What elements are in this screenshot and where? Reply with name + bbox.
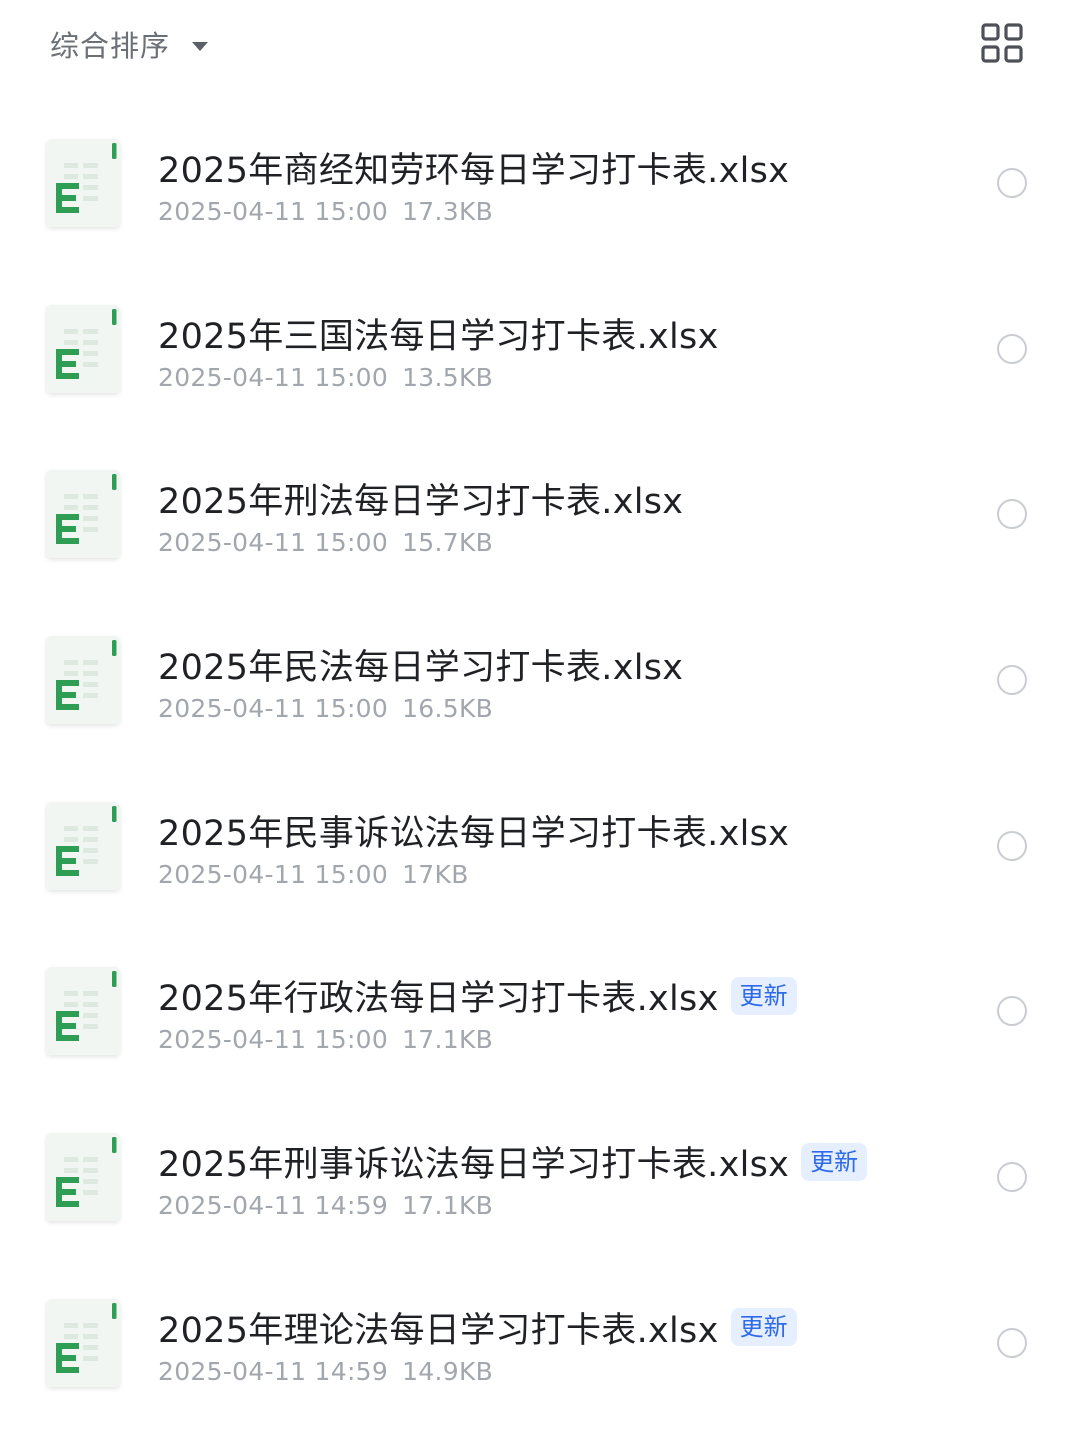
file-size: 13.5KB — [402, 362, 494, 392]
toolbar: 综合排序 — [0, 0, 1080, 90]
file-date: 2025-04-11 15:00 — [158, 694, 389, 724]
spreadsheet-file-icon — [44, 137, 124, 233]
file-size: 17.3KB — [402, 197, 494, 226]
spreadsheet-file-icon — [44, 965, 124, 1061]
file-date: 2025-04-11 15:00 — [158, 362, 389, 392]
file-name: 2025年行政法每日学习打卡表.xlsx — [158, 979, 719, 1020]
file-size: 15.7KB — [402, 528, 494, 558]
file-name: 2025年民法每日学习打卡表.xlsx — [158, 648, 684, 689]
file-size: 17.1KB — [402, 1191, 494, 1221]
file-title-line: 2025年商经知劳环每日学习打卡表.xlsx — [158, 142, 789, 193]
update-badge: 更新 — [730, 976, 797, 1015]
file-title-line: 2025年行政法每日学习打卡表.xlsx 更新 — [158, 970, 797, 1021]
file-meta: 2025-04-11 14:59 17.1KB — [158, 1191, 493, 1220]
file-list-page: 综合排序 2025年商经知劳环每日学习打卡表.xlsx 2025-04-11 1… — [0, 0, 1080, 1435]
caret-down-icon — [192, 41, 209, 51]
update-badge: 更新 — [801, 1142, 868, 1181]
file-date: 2025-04-11 14:59 — [158, 1191, 389, 1221]
file-meta: 2025-04-11 15:00 16.5KB — [158, 694, 493, 723]
file-size: 16.5KB — [402, 694, 494, 724]
update-badge: 更新 — [730, 1308, 797, 1347]
file-meta: 2025-04-11 14:59 14.9KB — [158, 1357, 493, 1386]
file-name: 2025年刑事诉讼法每日学习打卡表.xlsx — [158, 1145, 790, 1186]
select-radio[interactable] — [997, 830, 1027, 861]
select-radio[interactable] — [997, 499, 1027, 530]
sort-label: 综合排序 — [50, 29, 171, 63]
file-size: 17.1KB — [402, 1025, 494, 1055]
file-name: 2025年理论法每日学习打卡表.xlsx — [158, 1310, 719, 1351]
file-title-line: 2025年民法每日学习打卡表.xlsx — [158, 639, 683, 690]
select-radio[interactable] — [997, 333, 1027, 364]
file-row-2[interactable]: 2025年三国法每日学习打卡表.xlsx 2025-04-11 15:00 13.… — [0, 266, 1080, 432]
select-radio[interactable] — [997, 1327, 1027, 1358]
file-row-5[interactable]: 2025年民事诉讼法每日学习打卡表.xlsx 2025-04-11 15:00 1… — [0, 763, 1080, 929]
select-radio[interactable] — [997, 665, 1027, 696]
file-title-line: 2025年民事诉讼法每日学习打卡表.xlsx — [158, 805, 789, 856]
file-title-line: 2025年三国法每日学习打卡表.xlsx — [158, 308, 719, 359]
file-title-line: 2025年刑事诉讼法每日学习打卡表.xlsx 更新 — [158, 1136, 868, 1187]
spreadsheet-file-icon — [44, 634, 124, 730]
file-row-1[interactable]: 2025年商经知劳环每日学习打卡表.xlsx 2025-04-11 15:00 1… — [0, 100, 1080, 266]
file-meta: 2025-04-11 15:00 17KB — [158, 860, 469, 889]
spreadsheet-file-icon — [44, 800, 124, 896]
file-name: 2025年刑法每日学习打卡表.xlsx — [158, 482, 684, 523]
spreadsheet-file-icon — [44, 1131, 124, 1227]
file-size: 17KB — [402, 859, 469, 889]
file-meta: 2025-04-11 15:00 17.3KB — [158, 197, 493, 226]
select-radio[interactable] — [997, 168, 1027, 198]
grid-view-icon[interactable] — [980, 22, 1024, 64]
file-meta: 2025-04-11 15:00 13.5KB — [158, 363, 493, 392]
spreadsheet-file-icon — [44, 468, 124, 564]
file-meta: 2025-04-11 15:00 17.1KB — [158, 1025, 493, 1054]
file-date: 2025-04-11 14:59 — [158, 1356, 389, 1386]
file-date: 2025-04-11 15:00 — [158, 859, 389, 889]
file-row-7[interactable]: 2025年刑事诉讼法每日学习打卡表.xlsx 更新 2025-04-11 14:… — [0, 1094, 1080, 1260]
select-radio[interactable] — [997, 1162, 1027, 1193]
file-list: 2025年商经知劳环每日学习打卡表.xlsx 2025-04-11 15:00 1… — [0, 100, 1080, 1426]
file-title-line: 2025年刑法每日学习打卡表.xlsx — [158, 473, 683, 524]
file-name: 2025年民事诉讼法每日学习打卡表.xlsx — [158, 813, 790, 854]
file-row-6[interactable]: 2025年行政法每日学习打卡表.xlsx 更新 2025-04-11 15:00… — [0, 928, 1080, 1094]
select-radio[interactable] — [997, 996, 1027, 1027]
file-title-line: 2025年理论法每日学习打卡表.xlsx 更新 — [158, 1302, 797, 1353]
spreadsheet-file-icon — [44, 1297, 124, 1393]
file-date: 2025-04-11 15:00 — [158, 197, 389, 226]
file-row-3[interactable]: 2025年刑法每日学习打卡表.xlsx 2025-04-11 15:00 15.7… — [0, 431, 1080, 597]
file-size: 14.9KB — [402, 1356, 494, 1386]
file-date: 2025-04-11 15:00 — [158, 528, 389, 558]
file-name: 2025年三国法每日学习打卡表.xlsx — [158, 316, 719, 357]
file-row-8[interactable]: 2025年理论法每日学习打卡表.xlsx 更新 2025-04-11 14:59… — [0, 1260, 1080, 1426]
file-name: 2025年商经知劳环每日学习打卡表.xlsx — [158, 151, 790, 191]
file-date: 2025-04-11 15:00 — [158, 1025, 389, 1055]
sort-dropdown[interactable]: 综合排序 — [50, 22, 209, 66]
file-meta: 2025-04-11 15:00 15.7KB — [158, 528, 493, 557]
file-row-4[interactable]: 2025年民法每日学习打卡表.xlsx 2025-04-11 15:00 16.5… — [0, 597, 1080, 763]
spreadsheet-file-icon — [44, 303, 124, 399]
